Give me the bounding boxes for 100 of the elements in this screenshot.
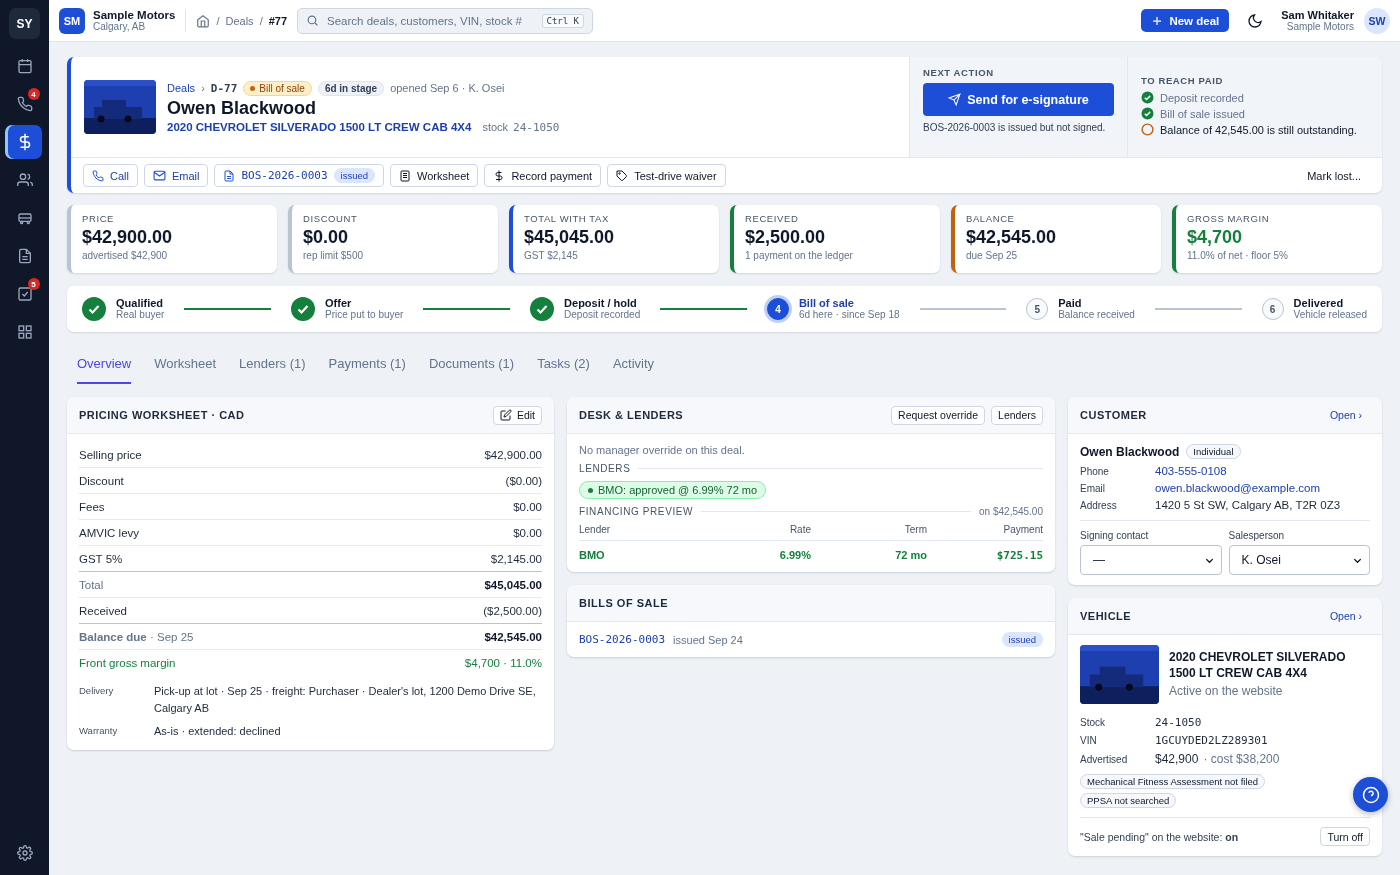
action-button[interactable]: Test-drive waiver xyxy=(607,164,726,187)
step-subtext: Balance received xyxy=(1058,309,1135,321)
detail-value: Pick-up at lot · Sep 25 · freight: Purchaser · Dealer's lot, 1200 Demo Drive SE, Calgary AB xyxy=(154,684,537,716)
column-header: Rate xyxy=(788,524,811,535)
calendar-icon xyxy=(16,58,33,74)
line-label: Front gross margin xyxy=(79,656,176,669)
bill-link[interactable]: BOS-2026-0003 xyxy=(579,633,666,646)
kpi-value: $2,500.00 xyxy=(745,227,827,248)
contact-link[interactable]: owen.blackwood@example.com xyxy=(1155,482,1370,494)
field-value: 1GCUYDED2LZ289301 xyxy=(1155,734,1268,747)
nav-item[interactable] xyxy=(7,125,42,159)
search-input[interactable]: Search deals, customers, VIN, stock # xyxy=(325,13,536,28)
line-label: Discount xyxy=(79,474,124,487)
breadcrumb-separator: / xyxy=(259,14,263,27)
sheet-icon xyxy=(399,169,412,182)
search-field[interactable]: Search deals, customers, VIN, stock # Ctrl K xyxy=(297,7,594,34)
desk-button[interactable]: Lenders xyxy=(991,405,1043,425)
tab[interactable]: Overview xyxy=(77,352,132,384)
cost-note: · cost $38,200 xyxy=(1203,752,1280,766)
settings-icon[interactable] xyxy=(16,845,33,861)
phone-icon xyxy=(92,169,104,182)
override-note: No manager override on this deal. xyxy=(579,444,745,456)
breadcrumb-separator: / xyxy=(216,14,220,27)
step-subtext: Vehicle released xyxy=(1293,309,1367,321)
stock-number: 24-1050 xyxy=(513,120,560,134)
line-amount: $42,545.00 xyxy=(484,630,542,643)
step-label: Deposit / hold xyxy=(564,297,637,309)
detail-value: As-is · extended: declined xyxy=(154,724,282,739)
tab[interactable]: Payments (1) xyxy=(328,352,406,386)
dealer-city: Calgary, AB xyxy=(93,20,147,33)
kpi-value: $45,045.00 xyxy=(524,227,616,248)
tab[interactable]: Worksheet xyxy=(154,352,217,386)
dropdown-field[interactable]: K. Osei xyxy=(1228,545,1370,575)
contact-link[interactable]: 403-555-0108 xyxy=(1155,465,1370,477)
kpi-value: $42,900.00 xyxy=(82,227,174,248)
new-deal-button[interactable]: New deal xyxy=(1141,9,1230,32)
edit-button[interactable]: Edit xyxy=(492,405,542,425)
kpi-subtext: 1 payment on the ledger xyxy=(745,250,854,261)
mark-lost-link[interactable]: Mark lost... xyxy=(1301,168,1369,183)
send-icon xyxy=(948,93,962,106)
section-label: FINANCING PREVIEW xyxy=(579,506,694,517)
dropdown-field[interactable]: — xyxy=(1080,545,1222,575)
kpi-subtext: advertised $42,900 xyxy=(82,250,169,261)
customer-type-badge: Individual xyxy=(1186,444,1241,459)
listing-status: Active on the website xyxy=(1169,684,1284,698)
phone-icon xyxy=(16,96,33,112)
card-title: VEHICLE xyxy=(1080,610,1132,622)
home-icon[interactable] xyxy=(196,13,211,28)
section-label: TO REACH PAID xyxy=(1141,75,1224,86)
send-signature-button[interactable]: Send for e-signature xyxy=(923,83,1114,116)
user-avatar[interactable]: SW xyxy=(1364,7,1390,34)
nav-item[interactable]: 5 xyxy=(7,277,42,311)
step-label: Bill of sale xyxy=(798,297,855,309)
customer-name: Owen Blackwood xyxy=(1080,444,1180,459)
step-label: Qualified xyxy=(116,297,165,309)
requirement-text: Deposit recorded xyxy=(1160,91,1244,104)
workspace-badge[interactable]: SY xyxy=(9,8,40,39)
kpi-value: $42,545.00 xyxy=(966,227,1058,248)
action-button[interactable]: Call xyxy=(83,164,138,187)
kpi-label: TOTAL WITH TAX xyxy=(524,213,610,224)
breadcrumb-separator: › xyxy=(201,82,205,94)
status-badge: issued xyxy=(1001,632,1043,647)
document-icon xyxy=(223,169,236,182)
line-label: Balance due · Sep 25 xyxy=(79,630,194,643)
mail-icon xyxy=(152,169,166,182)
line-amount: ($2,500.00) xyxy=(483,604,542,617)
section-label: NEXT ACTION xyxy=(923,67,995,78)
action-button[interactable]: Record payment xyxy=(484,164,602,187)
table-cell-text: 72 mo xyxy=(894,549,927,562)
edit-icon xyxy=(499,409,512,421)
open-link[interactable]: Open › xyxy=(1329,409,1370,421)
tab[interactable]: Documents (1) xyxy=(428,352,515,386)
tab[interactable]: Activity xyxy=(612,352,655,386)
desk-button[interactable]: Request override xyxy=(891,405,986,425)
table-cell-text: $725.15 xyxy=(995,549,1043,562)
line-amount: $0.00 xyxy=(513,500,542,513)
deals-link[interactable]: Deals xyxy=(167,82,196,94)
nav-item[interactable]: 4 xyxy=(7,87,42,121)
action-button[interactable]: Worksheet xyxy=(390,164,479,187)
warning-tag: PPSA not searched xyxy=(1080,793,1177,808)
line-label: Total xyxy=(79,578,104,591)
brand-logo[interactable]: SM xyxy=(59,7,85,34)
tab[interactable]: Tasks (2) xyxy=(537,352,590,386)
action-button[interactable]: BOS-2026-0003 issued xyxy=(214,164,385,187)
deal-id: D-77 xyxy=(210,81,238,95)
step-label: Offer xyxy=(325,297,353,309)
column-header: Term xyxy=(903,524,927,535)
kpi-subtext: rep limit $500 xyxy=(303,250,365,261)
line-amount: $2,145.00 xyxy=(490,552,542,565)
action-note: BOS-2026-0003 is issued but not signed. xyxy=(923,121,1107,134)
breadcrumb-link[interactable]: Deals xyxy=(225,14,254,27)
open-link[interactable]: Open › xyxy=(1329,610,1370,622)
action-button[interactable]: Email xyxy=(143,164,209,187)
tab[interactable]: Lenders (1) xyxy=(239,352,306,386)
step-subtext: 6d here · since Sep 18 xyxy=(798,309,900,321)
column-header: Lender xyxy=(579,524,612,535)
turn-off-button[interactable]: Turn off xyxy=(1320,827,1370,846)
vehicle-link[interactable]: 2020 CHEVROLET SILVERADO 1500 LT CREW CAB 4X4 xyxy=(167,120,472,133)
kpi-label: BALANCE xyxy=(966,213,1016,224)
moon-icon[interactable] xyxy=(1247,12,1264,29)
